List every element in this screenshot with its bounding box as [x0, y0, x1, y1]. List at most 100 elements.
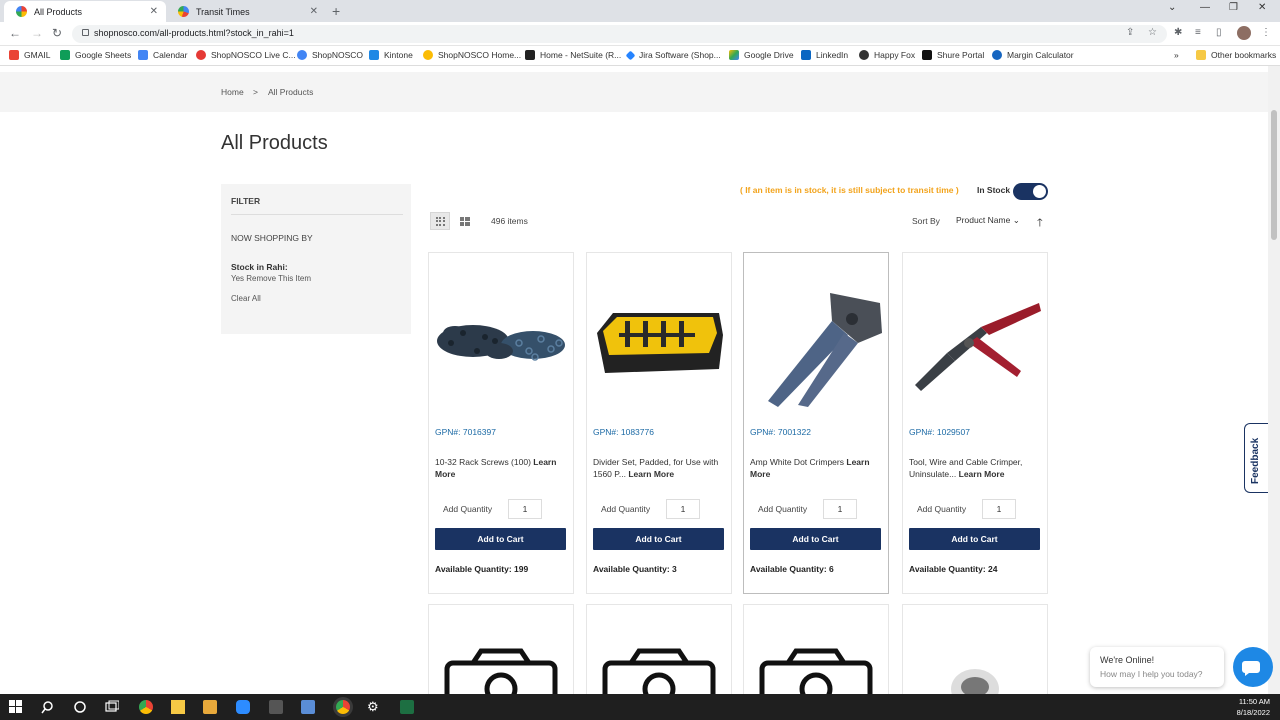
camera-placeholder-icon[interactable] — [587, 605, 733, 694]
bookmark-label: Other bookmarks — [1211, 50, 1277, 60]
product-image-connector[interactable] — [903, 605, 1049, 694]
chrome-active-icon[interactable] — [336, 700, 350, 714]
product-gpn[interactable]: GPN#: 1083776 — [593, 427, 654, 437]
camera-placeholder-icon[interactable] — [744, 605, 890, 694]
sort-direction-icon[interactable]: 🡑 — [1037, 214, 1043, 233]
product-image-rack-screws[interactable] — [433, 273, 569, 413]
new-tab-icon[interactable]: + — [332, 3, 340, 19]
search-icon[interactable] — [41, 700, 55, 714]
reload-icon[interactable]: ↻ — [52, 26, 62, 40]
add-to-cart-button[interactable]: Add to Cart — [435, 528, 566, 550]
other-bookmarks[interactable]: Other bookmarks — [1196, 50, 1276, 60]
quantity-input[interactable]: 1 — [823, 499, 857, 519]
gmail-icon — [9, 50, 19, 60]
forward-icon[interactable]: → — [31, 26, 43, 40]
side-panel-icon[interactable]: ▯ — [1216, 27, 1222, 38]
product-image-wire-crimper[interactable] — [907, 273, 1043, 413]
in-stock-toggle[interactable] — [1013, 183, 1048, 200]
more-bookmarks-icon[interactable]: » — [1174, 50, 1179, 60]
chat-bubble[interactable]: We're Online! How may I help you today? — [1090, 647, 1224, 687]
restore-icon[interactable]: ❐ — [1229, 2, 1238, 13]
chrome-icon[interactable] — [139, 700, 153, 714]
system-clock[interactable]: 11:50 AM 8/18/2022 — [1237, 696, 1270, 718]
quantity-input[interactable]: 1 — [666, 499, 700, 519]
filter-title: FILTER — [231, 196, 261, 206]
tab-transit-times[interactable]: Transit Times ✕ — [166, 1, 326, 22]
remove-filter-link[interactable]: Yes Remove This Item — [231, 274, 311, 283]
tab-search-icon[interactable]: ⌄ — [1168, 2, 1176, 13]
product-image-crimpers[interactable] — [748, 273, 884, 413]
grid-icon — [435, 216, 445, 226]
product-gpn[interactable]: GPN#: 7016397 — [435, 427, 496, 437]
tab-all-products[interactable]: All Products ✕ — [4, 1, 166, 22]
extensions-icon[interactable]: ✱ — [1174, 27, 1182, 38]
url-field[interactable]: shopnosco.com/all-products.html?stock_in… — [72, 25, 1167, 43]
bookmark-calendar[interactable]: Calendar — [138, 50, 188, 60]
bookmark-margin-calculator[interactable]: Margin Calculator — [992, 50, 1074, 60]
bookmark-linkedin[interactable]: LinkedIn — [801, 50, 848, 60]
file-explorer-icon[interactable] — [203, 700, 217, 714]
bookmark-netsuite[interactable]: Home - NetSuite (R... — [525, 50, 621, 60]
windows-taskbar: ⚙ 11:50 AM 8/18/2022 — [0, 694, 1280, 720]
bookmark-google-sheets[interactable]: Google Sheets — [60, 50, 131, 60]
sort-select[interactable]: Product Name ⌄ — [952, 210, 1030, 230]
bookmark-google-drive[interactable]: Google Drive — [729, 50, 794, 60]
settings-gear-icon[interactable]: ⚙ — [367, 699, 381, 714]
calculator-icon[interactable] — [301, 700, 315, 714]
product-name-text[interactable]: Amp White Dot Crimpers — [750, 457, 844, 467]
close-tab-icon[interactable]: ✕ — [150, 6, 158, 17]
list-view-button[interactable] — [455, 212, 475, 230]
item-count: 496 items — [491, 216, 528, 226]
bookmark-label: Google Drive — [744, 50, 794, 60]
page-scrollbar[interactable] — [1268, 66, 1280, 694]
add-to-cart-button[interactable]: Add to Cart — [593, 528, 724, 550]
bookmark-shure-portal[interactable]: Shure Portal — [922, 50, 984, 60]
close-tab-icon[interactable]: ✕ — [310, 6, 318, 17]
product-gpn[interactable]: GPN#: 1029507 — [909, 427, 970, 437]
product-name: 10-32 Rack Screws (100) Learn More — [435, 456, 567, 480]
add-to-cart-button[interactable]: Add to Cart — [909, 528, 1040, 550]
sort-by-label: Sort By — [912, 216, 940, 226]
bookmark-star-icon[interactable]: ☆ — [1148, 27, 1157, 38]
bookmark-label: Margin Calculator — [1007, 50, 1074, 60]
product-image-divider-set[interactable] — [591, 273, 727, 413]
zoom-icon[interactable] — [236, 700, 250, 714]
task-view-icon[interactable] — [105, 700, 119, 714]
minimize-icon[interactable]: — — [1200, 2, 1210, 13]
excel-icon[interactable] — [400, 700, 414, 714]
learn-more-link[interactable]: Learn More — [959, 469, 1005, 479]
camera-placeholder-icon[interactable] — [429, 605, 575, 694]
chat-launcher-button[interactable] — [1233, 647, 1273, 687]
windows-start-icon[interactable] — [9, 700, 23, 714]
cortana-icon[interactable] — [73, 700, 87, 714]
close-window-icon[interactable]: ✕ — [1258, 2, 1266, 13]
calendar-icon — [138, 50, 148, 60]
happyfox-icon — [859, 50, 869, 60]
bookmark-kintone[interactable]: Kintone — [369, 50, 413, 60]
bookmark-shopnosco[interactable]: ShopNOSCO — [297, 50, 363, 60]
grid-view-button[interactable] — [430, 212, 450, 230]
learn-more-link[interactable]: Learn More — [628, 469, 674, 479]
quantity-input[interactable]: 1 — [508, 499, 542, 519]
bookmark-happy-fox[interactable]: Happy Fox — [859, 50, 915, 60]
snipping-tool-icon[interactable] — [269, 700, 283, 714]
bookmark-shopnosco-home[interactable]: ShopNOSCO Home... — [423, 50, 521, 60]
bookmark-jira[interactable]: Jira Software (Shop... — [625, 50, 721, 60]
profile-avatar[interactable] — [1237, 26, 1251, 40]
add-to-cart-button[interactable]: Add to Cart — [750, 528, 881, 550]
bookmark-label: Shure Portal — [937, 50, 985, 60]
clear-all-link[interactable]: Clear All — [231, 294, 261, 303]
bookmark-gmail[interactable]: GMAIL — [9, 50, 50, 60]
share-icon[interactable]: ⇪ — [1126, 27, 1134, 38]
product-gpn[interactable]: GPN#: 7001322 — [750, 427, 811, 437]
breadcrumb-home[interactable]: Home — [221, 87, 244, 97]
reading-list-icon[interactable]: ≡ — [1195, 27, 1201, 38]
feedback-tab[interactable]: Feedback — [1244, 423, 1268, 493]
scrollbar-thumb[interactable] — [1271, 110, 1277, 240]
back-icon[interactable]: ← — [9, 26, 21, 40]
bookmark-shopnosco-live[interactable]: ShopNOSCO Live C... — [196, 50, 296, 60]
product-name-text[interactable]: 10-32 Rack Screws (100) — [435, 457, 531, 467]
menu-icon[interactable]: ⋮ — [1261, 27, 1271, 38]
quantity-input[interactable]: 1 — [982, 499, 1016, 519]
sticky-notes-icon[interactable] — [171, 700, 185, 714]
